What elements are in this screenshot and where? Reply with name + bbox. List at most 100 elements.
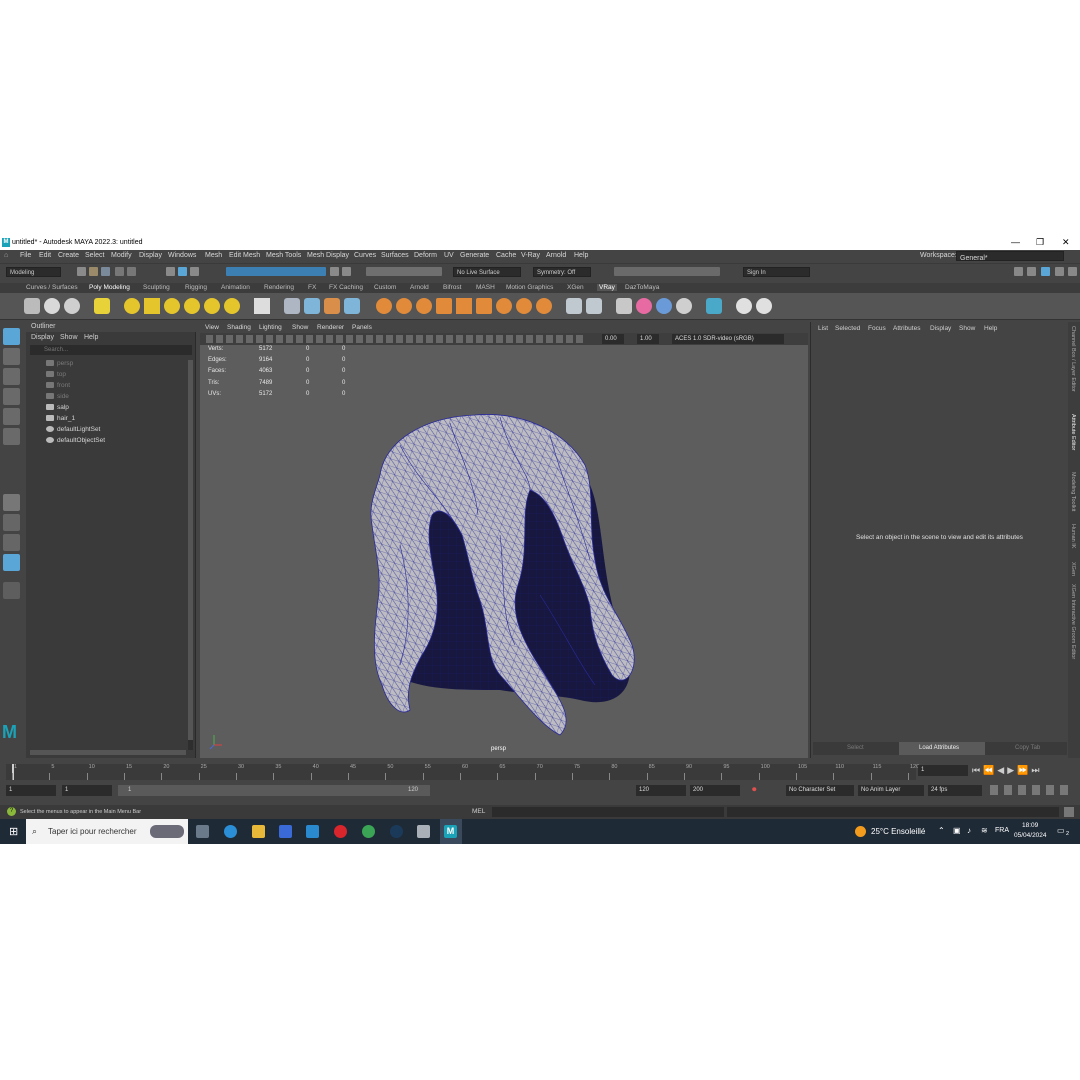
rotate-tool-icon[interactable] xyxy=(3,408,20,425)
color-space-dropdown[interactable]: ACES 1.0 SDR-video (sRGB) xyxy=(672,334,784,344)
vray-logo-icon[interactable] xyxy=(736,298,752,314)
menu-generate[interactable]: Generate xyxy=(460,252,489,259)
panel-layout-icon-5[interactable] xyxy=(1068,267,1077,276)
time-slider-track[interactable] xyxy=(6,764,916,780)
four-view-icon[interactable] xyxy=(3,514,20,531)
attr-menu-focus[interactable]: Focus xyxy=(868,325,886,332)
two-view-icon[interactable] xyxy=(3,534,20,551)
menu-help[interactable]: Help xyxy=(574,252,588,259)
home-icon[interactable]: ⌂ xyxy=(4,252,8,259)
auto-key-icon[interactable]: ⏺ xyxy=(752,784,757,795)
vray-magnet-icon[interactable] xyxy=(476,298,492,314)
panel-layout-icon-4[interactable] xyxy=(1055,267,1064,276)
select-object-icon[interactable] xyxy=(178,267,187,276)
select-tool-icon[interactable] xyxy=(3,328,20,345)
vray-uv-icon[interactable] xyxy=(436,298,452,314)
shelf-tab-fx[interactable]: FX xyxy=(308,284,316,291)
vray-material-icon[interactable] xyxy=(376,298,392,314)
shelf-tab-custom[interactable]: Custom xyxy=(374,284,396,291)
time-slider[interactable]: 1 5 10 15 20 25 30 35 40 45 50 55 60 65 70 75 80 85 90 95 10… xyxy=(0,758,1080,780)
shelf-tab-vray[interactable]: VRay xyxy=(597,284,617,291)
tray-chevron-icon[interactable]: ⌃ xyxy=(938,826,945,835)
vray-scene-icon[interactable] xyxy=(304,298,320,314)
vray-ipr-icon[interactable] xyxy=(44,298,60,314)
live-surface-field[interactable]: No Live Surface xyxy=(453,267,521,277)
save-scene-icon[interactable] xyxy=(101,267,110,276)
scale-tool-icon[interactable] xyxy=(3,428,20,445)
shelf-tab-fx-caching[interactable]: FX Caching xyxy=(329,284,363,291)
end-frame-field[interactable]: 120 xyxy=(636,785,686,796)
shelf-tab-arnold[interactable]: Arnold xyxy=(410,284,429,291)
side-tab-modeling-toolkit[interactable]: Modeling Toolkit xyxy=(1070,472,1076,511)
panel-layout-icon[interactable] xyxy=(1014,267,1023,276)
edge-icon[interactable] xyxy=(224,825,237,838)
clock-time[interactable]: 18:09 xyxy=(1022,822,1038,829)
vray-pie-icon[interactable] xyxy=(496,298,512,314)
menu-deform[interactable]: Deform xyxy=(414,252,437,259)
panel-layout-icon-2[interactable] xyxy=(1027,267,1036,276)
vray-settings-icon[interactable] xyxy=(94,298,110,314)
outliner-item[interactable]: persp xyxy=(46,360,73,367)
viewport-menu-shading[interactable]: Shading xyxy=(227,324,251,331)
selection-mask-icons[interactable] xyxy=(226,267,326,276)
select-button[interactable]: Select xyxy=(847,745,864,751)
viewport-menu-view[interactable]: View xyxy=(205,324,219,331)
vray-palette-icon[interactable] xyxy=(676,298,692,314)
viewport-menu-panels[interactable]: Panels xyxy=(352,324,372,331)
mel-label[interactable]: MEL xyxy=(472,808,485,815)
outliner-menu-show[interactable]: Show xyxy=(60,334,78,341)
shelf-tab-rigging[interactable]: Rigging xyxy=(185,284,207,291)
shelf-tab-mash[interactable]: MASH xyxy=(476,284,495,291)
vray-dots-icon[interactable] xyxy=(656,298,672,314)
mode-dropdown[interactable]: Modeling xyxy=(6,267,61,277)
speaker-icon[interactable]: ♪ xyxy=(967,826,971,835)
shelf-tab-motion-graphics[interactable]: Motion Graphics xyxy=(506,284,553,291)
menu-edit[interactable]: Edit xyxy=(39,252,51,259)
single-view-icon[interactable] xyxy=(3,494,20,511)
windows-start-icon[interactable]: ⊞ xyxy=(9,825,18,838)
menu-uv[interactable]: UV xyxy=(444,252,454,259)
lock-icon[interactable] xyxy=(330,267,339,276)
viewport-menu-lighting[interactable]: Lighting xyxy=(259,324,282,331)
magnifier-icon[interactable] xyxy=(3,582,20,599)
symmetry-dropdown[interactable]: Symmetry: Off xyxy=(533,267,591,277)
outliner-item[interactable]: defaultLightSet xyxy=(46,426,100,433)
outliner-menu-help[interactable]: Help xyxy=(84,334,98,341)
app-icon[interactable] xyxy=(417,825,430,838)
playback-option-icons[interactable] xyxy=(990,785,1074,795)
attr-menu-show[interactable]: Show xyxy=(959,325,975,332)
weather-text[interactable]: 25°C Ensoleillé xyxy=(871,827,925,836)
vray-lightmix-icon[interactable] xyxy=(616,298,632,314)
range-slider-bar[interactable]: 1 120 xyxy=(118,785,430,796)
outliner-menu-display[interactable]: Display xyxy=(31,334,54,341)
menu-edit-mesh[interactable]: Edit Mesh xyxy=(229,252,260,259)
menu-mesh-display[interactable]: Mesh Display xyxy=(307,252,349,259)
move-tool-icon[interactable] xyxy=(3,388,20,405)
select-component-icon[interactable] xyxy=(190,267,199,276)
outliner-item[interactable]: salp xyxy=(46,404,69,411)
viewport-menu-renderer[interactable]: Renderer xyxy=(317,324,344,331)
close-button[interactable]: ✕ xyxy=(1062,237,1070,248)
start-frame-field[interactable]: 1 xyxy=(6,785,56,796)
vray-export-icon[interactable] xyxy=(566,298,582,314)
outliner-layout-icon[interactable] xyxy=(3,554,20,571)
menu-cache[interactable]: Cache xyxy=(496,252,516,259)
notification-icon[interactable]: ▭ xyxy=(1057,826,1065,835)
vray-volume-icon[interactable] xyxy=(344,298,360,314)
outliner-item[interactable]: defaultObjectSet xyxy=(46,437,105,444)
outer-end-field[interactable]: 200 xyxy=(690,785,740,796)
menu-create[interactable]: Create xyxy=(58,252,79,259)
shelf-tab-daztomaya[interactable]: DazToMaya xyxy=(625,284,659,291)
fps-dropdown[interactable]: 24 fps xyxy=(928,785,982,796)
vray-cog-icon[interactable] xyxy=(536,298,552,314)
vray-sphere-light-icon[interactable] xyxy=(164,298,180,314)
outliner-item[interactable]: side xyxy=(46,393,69,400)
menu-windows[interactable]: Windows xyxy=(168,252,196,259)
steam-icon[interactable] xyxy=(390,825,403,838)
inner-start-field[interactable]: 1 xyxy=(62,785,112,796)
vray-sun-icon[interactable] xyxy=(224,298,240,314)
lasso-tool-icon[interactable] xyxy=(3,348,20,365)
vray-mesh-light-icon[interactable] xyxy=(184,298,200,314)
menu-mesh[interactable]: Mesh xyxy=(205,252,222,259)
outliner-item[interactable]: front xyxy=(46,382,70,389)
